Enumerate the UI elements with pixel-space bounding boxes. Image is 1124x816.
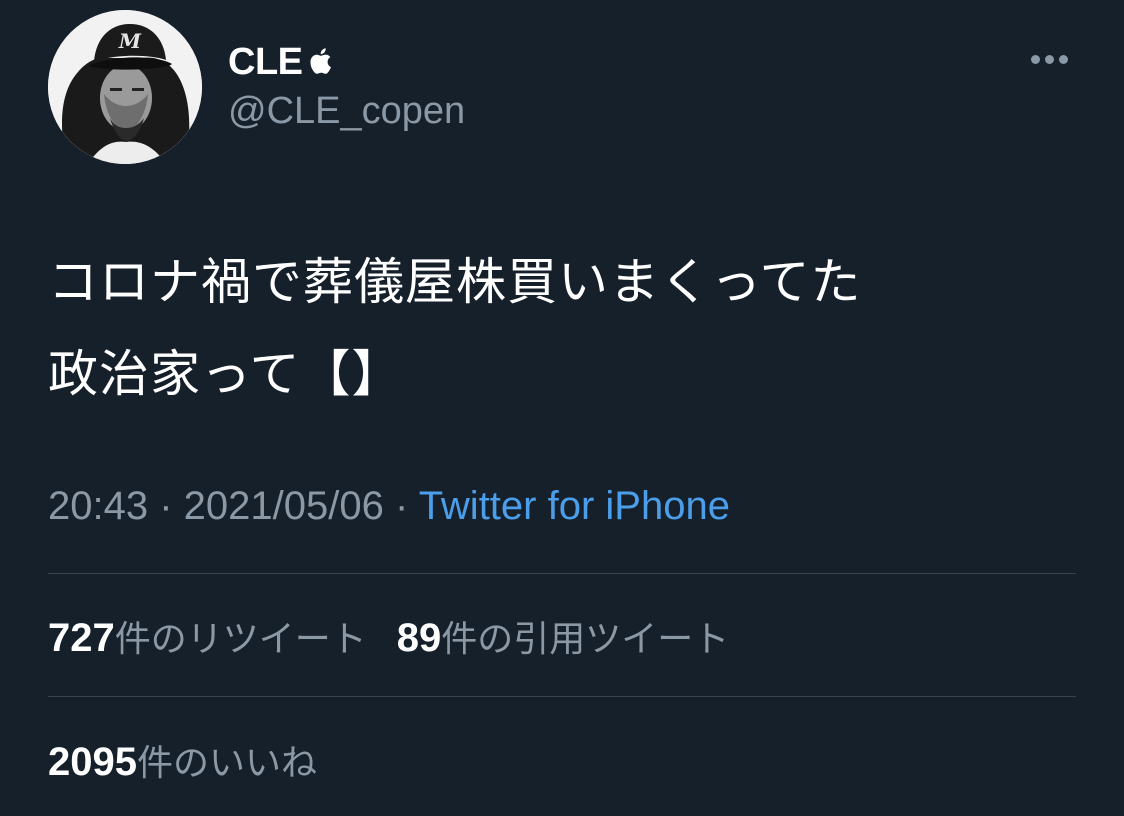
svg-text:M: M	[118, 29, 142, 53]
user-handle[interactable]: @CLE_copen	[228, 90, 465, 133]
meta-separator: ·	[383, 484, 419, 528]
quote-tweets-count: 89	[396, 616, 442, 660]
avatar-image: M	[48, 10, 202, 164]
retweets-stat[interactable]: 727 件のリツイート	[48, 610, 367, 662]
meta-separator: ·	[148, 484, 184, 528]
more-icon-dot	[1058, 54, 1068, 64]
more-options-button[interactable]	[1022, 44, 1076, 74]
tweet-text-line-1: コロナ禍で葬儀屋株買いまくってた	[48, 253, 862, 311]
tweet-meta: 20:43 · 2021/05/06 · Twitter for iPhone	[48, 484, 730, 529]
quote-tweets-label: 件の引用ツイート	[441, 619, 730, 660]
likes-stats-row: 2095 件のいいね	[48, 734, 317, 786]
tweet-time[interactable]: 20:43	[48, 484, 148, 528]
tweet-source-link[interactable]: Twitter for iPhone	[419, 484, 730, 528]
more-icon	[1030, 54, 1040, 64]
display-name-row[interactable]: CLE	[228, 38, 332, 86]
tweet-detail: M CLE @CLE_copen コロナ禍で葬儀屋株買いまくってた 政治家って【…	[0, 0, 1124, 816]
likes-count: 2095	[48, 740, 137, 784]
retweets-count: 727	[48, 616, 115, 660]
quote-tweets-stat[interactable]: 89 件の引用ツイート	[397, 610, 730, 662]
retweets-label: 件のリツイート	[114, 619, 367, 660]
likes-stat[interactable]: 2095 件のいいね	[48, 734, 317, 786]
divider	[48, 573, 1076, 574]
engagement-stats-row: 727 件のリツイート 89 件の引用ツイート	[48, 610, 729, 662]
divider	[48, 696, 1076, 697]
tweet-date[interactable]: 2021/05/06	[184, 484, 384, 528]
display-name[interactable]: CLE	[228, 41, 303, 84]
profile-avatar[interactable]: M	[48, 10, 202, 164]
apple-icon	[306, 46, 332, 76]
more-icon-dot	[1044, 54, 1054, 64]
tweet-text-line-2: 政治家って【】	[48, 345, 403, 403]
tweet-text: コロナ禍で葬儀屋株買いまくってた 政治家って【】	[48, 236, 1088, 420]
likes-label: 件のいいね	[136, 743, 317, 784]
